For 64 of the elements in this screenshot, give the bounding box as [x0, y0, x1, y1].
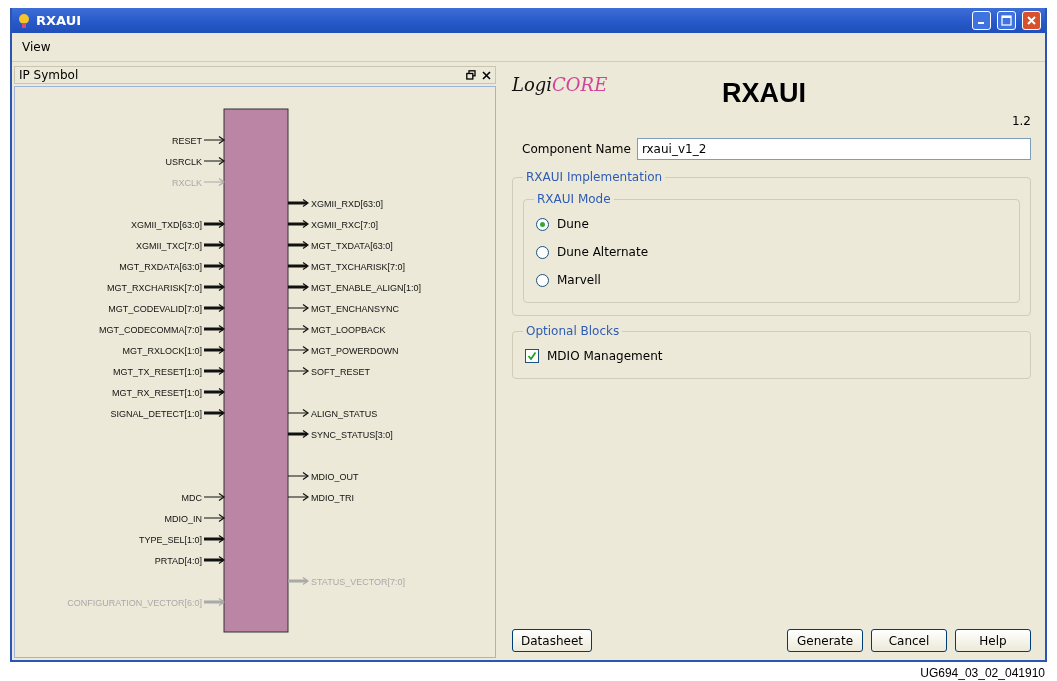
radio-button[interactable] — [536, 273, 549, 287]
window-title: RXAUI — [36, 13, 83, 28]
pin-label: MGT_TXCHARISK[7:0] — [311, 261, 406, 272]
pin-label: MDIO_OUT — [311, 471, 359, 482]
pin-label: MDIO_TRI — [311, 492, 354, 503]
pin-label: MGT_ENCHANSYNC — [311, 303, 399, 314]
pin-label: ALIGN_STATUS — [311, 408, 378, 419]
pin-label: STATUS_VECTOR[7:0] — [311, 576, 406, 587]
dialog-button[interactable]: Help — [955, 629, 1031, 652]
pin-label: MGT_TX_RESET[1:0] — [112, 366, 202, 377]
pin-label: MDIO_IN — [164, 513, 202, 524]
group-title: Optional Blocks — [525, 324, 621, 338]
pin-label: MGT_RXLOCK[1:0] — [122, 345, 202, 356]
pin-label: MGT_RXCHARISK[7:0] — [106, 282, 202, 293]
component-name-field[interactable]: rxaui_v1_2 — [636, 138, 1031, 160]
option-label: Marvell — [557, 273, 601, 287]
maximize-icon — [1001, 15, 1012, 26]
close-button[interactable] — [1022, 11, 1041, 30]
pin-label: SOFT_RESET — [311, 366, 370, 377]
pin-label: MGT_TXDATA[63:0] — [311, 240, 393, 251]
pin-label: MGT_LOOPBACK — [311, 324, 386, 335]
pin-label: MGT_CODECOMMA[7:0] — [99, 324, 202, 335]
group-title: RXAUI Implementation — [525, 170, 664, 184]
close-icon — [1026, 15, 1037, 26]
close-icon[interactable] — [482, 70, 491, 80]
pane-title: IP Symbol — [19, 68, 80, 82]
pin-label: XGMII_TXD[63:0] — [130, 219, 202, 230]
radio-button[interactable] — [536, 217, 549, 231]
pin-label: RXCLK — [172, 177, 202, 188]
pin-label: XGMII_RXD[63:0] — [311, 198, 384, 209]
option-label: MDIO Management — [547, 349, 663, 363]
version-label: 1.2 — [1011, 114, 1031, 128]
pin-label: SYNC_STATUS[3:0] — [311, 429, 393, 440]
menu-item[interactable]: View — [22, 40, 51, 54]
field-label: Component Name — [522, 142, 631, 156]
pin-label: MGT_CODEVALID[7:0] — [108, 303, 202, 314]
dialog-button[interactable]: Generate — [787, 629, 863, 652]
pin-label: PRTAD[4:0] — [154, 555, 202, 566]
restore-icon[interactable] — [466, 70, 476, 80]
minimize-button[interactable] — [972, 11, 991, 30]
logo: LogiCORE — [512, 74, 609, 95]
pin-label: SIGNAL_DETECT[1:0] — [110, 408, 202, 419]
pin-label: MGT_RX_RESET[1:0] — [111, 387, 202, 398]
pin-label: MGT_ENABLE_ALIGN[1:0] — [311, 282, 422, 293]
pin-label: MGT_POWERDOWN — [311, 345, 399, 356]
radio-button[interactable] — [536, 245, 549, 259]
pin-label: TYPE_SEL[1:0] — [138, 534, 202, 545]
maximize-button[interactable] — [997, 11, 1016, 30]
pin-label: MDC — [181, 492, 202, 503]
option-label: Dune — [557, 217, 589, 231]
pin-label: CONFIGURATION_VECTOR[6:0] — [67, 597, 202, 608]
group-title: RXAUI Mode — [536, 192, 612, 206]
core-title: RXAUI — [722, 78, 807, 109]
datasheet-button[interactable]: Datasheet — [512, 629, 592, 652]
dialog-button[interactable]: Cancel — [871, 629, 947, 652]
option-label: Dune Alternate — [557, 245, 649, 259]
lightbulb-icon — [18, 12, 30, 29]
pin-label: XGMII_RXC[7:0] — [311, 219, 379, 230]
pin-label: XGMII_TXC[7:0] — [135, 240, 202, 251]
pin-label: MGT_RXDATA[63:0] — [119, 261, 202, 272]
figure-caption: UG694_03_02_041910 — [919, 665, 1046, 681]
pin-label: USRCLK — [165, 156, 202, 167]
checkbox[interactable] — [525, 349, 539, 363]
pin-label: RESET — [172, 135, 202, 146]
